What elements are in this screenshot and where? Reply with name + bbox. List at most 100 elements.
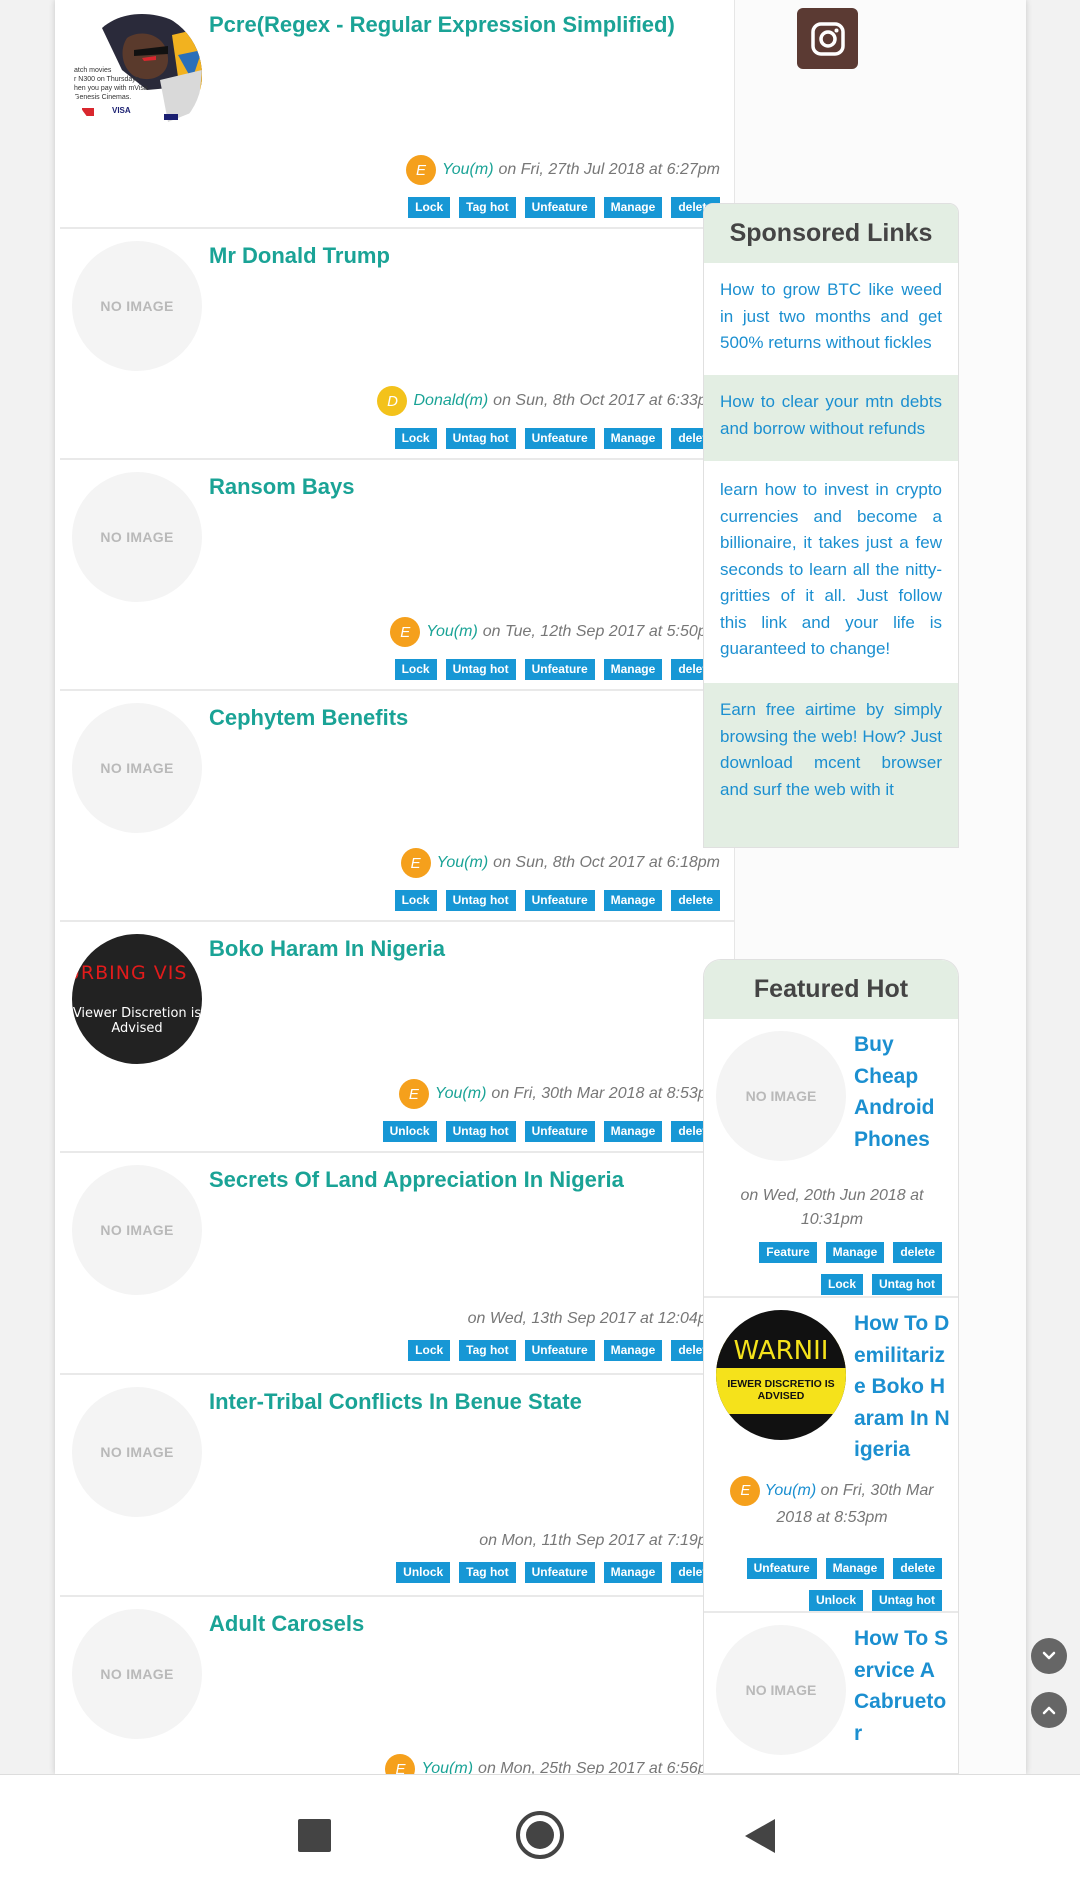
back-button[interactable] bbox=[742, 1817, 778, 1855]
manage-button[interactable]: Manage bbox=[603, 890, 663, 911]
chevron-down-icon bbox=[1042, 1651, 1056, 1660]
featured-author[interactable]: You(m) bbox=[765, 1482, 817, 1499]
post-title[interactable]: Secrets Of Land Appreciation In Nigeria bbox=[209, 1167, 624, 1193]
lock-button[interactable]: Lock bbox=[394, 428, 437, 449]
post-author[interactable]: You(m) bbox=[437, 854, 489, 872]
untag-hot-button[interactable]: Untag hot bbox=[445, 1121, 516, 1142]
lock-button[interactable]: Lock bbox=[394, 659, 437, 680]
post-title[interactable]: Ransom Bays bbox=[209, 474, 355, 500]
featured-title[interactable]: How To Demilitarize Boko Haram In Nigeri… bbox=[854, 1308, 954, 1466]
featured-actions: Unlock Untag hot bbox=[808, 1590, 942, 1611]
post-title[interactable]: Pcre(Regex - Regular Expression Simplifi… bbox=[209, 12, 675, 38]
post-author[interactable]: You(m) bbox=[442, 161, 494, 179]
untag-hot-button[interactable]: Untag hot bbox=[445, 428, 516, 449]
no-image-placeholder: NO IMAGE bbox=[100, 529, 174, 545]
tag-hot-button[interactable]: Tag hot bbox=[459, 197, 516, 218]
scroll-down-button[interactable] bbox=[1031, 1638, 1067, 1674]
sponsored-link[interactable]: learn how to invest in crypto currencies… bbox=[704, 463, 958, 683]
manage-button[interactable]: Manage bbox=[603, 197, 663, 218]
featured-thumbnail[interactable]: WARNII IEWER DISCRETIO IS ADVISED bbox=[716, 1310, 846, 1440]
manage-button[interactable]: Manage bbox=[603, 1562, 663, 1583]
sponsored-links-box: Sponsored Links How to grow BTC like wee… bbox=[703, 203, 959, 848]
untag-hot-button[interactable]: Untag hot bbox=[872, 1274, 942, 1295]
post-author[interactable]: Donald(m) bbox=[413, 392, 488, 410]
manage-button[interactable]: Manage bbox=[825, 1242, 885, 1263]
recent-apps-button[interactable] bbox=[298, 1819, 331, 1852]
manage-button[interactable]: Manage bbox=[603, 1340, 663, 1361]
post-meta: on Mon, 11th Sep 2017 at 7:19pm bbox=[474, 1532, 720, 1550]
post-thumbnail[interactable]: NO IMAGE bbox=[72, 472, 202, 602]
manage-button[interactable]: Manage bbox=[603, 1121, 663, 1142]
untag-hot-button[interactable]: Untag hot bbox=[445, 659, 516, 680]
delete-button[interactable]: delete bbox=[671, 890, 720, 911]
post-thumbnail[interactable]: URBING VIS Viewer Discretion is Advised bbox=[72, 934, 202, 1064]
post-thumbnail[interactable]: NO IMAGE bbox=[72, 241, 202, 371]
post-meta: E You(m) on Tue, 12th Sep 2017 at 5:50pm bbox=[390, 617, 720, 647]
avatar[interactable]: E bbox=[405, 155, 436, 185]
featured-title[interactable]: Buy Cheap Android Phones bbox=[854, 1029, 954, 1155]
post-thumbnail[interactable]: NO IMAGE bbox=[72, 703, 202, 833]
post-date: on Wed, 13th Sep 2017 at 12:04pm bbox=[467, 1310, 720, 1327]
avatar[interactable]: D bbox=[377, 386, 408, 416]
post-author[interactable]: You(m) bbox=[435, 1085, 487, 1103]
unfeature-button[interactable]: Unfeature bbox=[524, 1121, 595, 1142]
post-author[interactable]: You(m) bbox=[426, 623, 478, 641]
scroll-up-button[interactable] bbox=[1031, 1692, 1067, 1728]
lock-button[interactable]: Lock bbox=[820, 1274, 863, 1295]
delete-button[interactable]: delete bbox=[893, 1558, 942, 1579]
lock-button[interactable]: Lock bbox=[408, 197, 451, 218]
unfeature-button[interactable]: Unfeature bbox=[524, 1340, 595, 1361]
featured-item: WARNII IEWER DISCRETIO IS ADVISED How To… bbox=[704, 1298, 958, 1613]
featured-title[interactable]: How To Service A Cabruetor bbox=[854, 1623, 954, 1749]
unlock-button[interactable]: Unlock bbox=[808, 1590, 863, 1611]
tag-hot-button[interactable]: Tag hot bbox=[459, 1562, 516, 1583]
unlock-button[interactable]: Unlock bbox=[396, 1562, 451, 1583]
avatar[interactable]: E bbox=[398, 1079, 429, 1109]
avatar[interactable]: E bbox=[390, 617, 421, 647]
tag-hot-button[interactable]: Tag hot bbox=[459, 1340, 516, 1361]
post-thumbnail[interactable]: NO IMAGE bbox=[72, 1165, 202, 1295]
unfeature-button[interactable]: Unfeature bbox=[524, 659, 595, 680]
feature-button[interactable]: Feature bbox=[759, 1242, 817, 1263]
lock-button[interactable]: Lock bbox=[394, 890, 437, 911]
unfeature-button[interactable]: Unfeature bbox=[524, 428, 595, 449]
sponsored-link[interactable]: Earn free airtime by simply browsing the… bbox=[704, 683, 958, 847]
post-thumbnail[interactable]: NO IMAGE bbox=[72, 1387, 202, 1517]
unfeature-button[interactable]: Unfeature bbox=[524, 890, 595, 911]
post-date: on Sun, 8th Oct 2017 at 6:33pm bbox=[493, 392, 720, 409]
avatar[interactable]: E bbox=[400, 848, 431, 878]
no-image-placeholder: NO IMAGE bbox=[745, 1682, 817, 1698]
untag-hot-button[interactable]: Untag hot bbox=[872, 1590, 942, 1611]
unlock-button[interactable]: Unlock bbox=[382, 1121, 437, 1142]
post-title[interactable]: Inter-Tribal Conflicts In Benue State bbox=[209, 1389, 582, 1415]
featured-thumbnail[interactable]: NO IMAGE bbox=[716, 1625, 846, 1755]
home-button[interactable] bbox=[515, 1810, 565, 1860]
manage-button[interactable]: Manage bbox=[825, 1558, 885, 1579]
post-title[interactable]: Mr Donald Trump bbox=[209, 243, 390, 269]
post-thumbnail-ad[interactable]: atch movies r N300 on Thursdays hen you … bbox=[72, 10, 202, 140]
unfeature-button[interactable]: Unfeature bbox=[524, 197, 595, 218]
post-item: NO IMAGE Mr Donald Trump D Donald(m) on … bbox=[60, 231, 734, 460]
post-title[interactable]: Cephytem Benefits bbox=[209, 705, 408, 731]
unfeature-button[interactable]: Unfeature bbox=[524, 1562, 595, 1583]
post-title[interactable]: Adult Carosels bbox=[209, 1611, 364, 1637]
post-author[interactable]: You(m) bbox=[421, 1760, 473, 1774]
featured-thumbnail[interactable]: NO IMAGE bbox=[716, 1031, 846, 1161]
avatar[interactable]: E bbox=[385, 1754, 416, 1774]
post-title[interactable]: Boko Haram In Nigeria bbox=[209, 936, 445, 962]
no-image-placeholder: NO IMAGE bbox=[100, 760, 174, 776]
avatar[interactable]: E bbox=[730, 1476, 761, 1506]
post-meta: E You(m) on Fri, 30th Mar 2018 at 8:53pm bbox=[398, 1079, 720, 1109]
unfeature-button[interactable]: Unfeature bbox=[746, 1558, 817, 1579]
manage-button[interactable]: Manage bbox=[603, 428, 663, 449]
sponsored-link[interactable]: How to clear your mtn debts and borrow w… bbox=[704, 375, 958, 463]
post-item: NO IMAGE Secrets Of Land Appreciation In… bbox=[60, 1155, 734, 1375]
manage-button[interactable]: Manage bbox=[603, 659, 663, 680]
sponsored-link[interactable]: How to grow BTC like weed in just two mo… bbox=[704, 263, 958, 375]
untag-hot-button[interactable]: Untag hot bbox=[445, 890, 516, 911]
post-thumbnail[interactable]: NO IMAGE bbox=[72, 1609, 202, 1739]
lock-button[interactable]: Lock bbox=[408, 1340, 451, 1361]
delete-button[interactable]: delete bbox=[893, 1242, 942, 1263]
thumbnail-warning-text: URBING VIS bbox=[72, 962, 188, 984]
instagram-button[interactable] bbox=[797, 8, 858, 69]
